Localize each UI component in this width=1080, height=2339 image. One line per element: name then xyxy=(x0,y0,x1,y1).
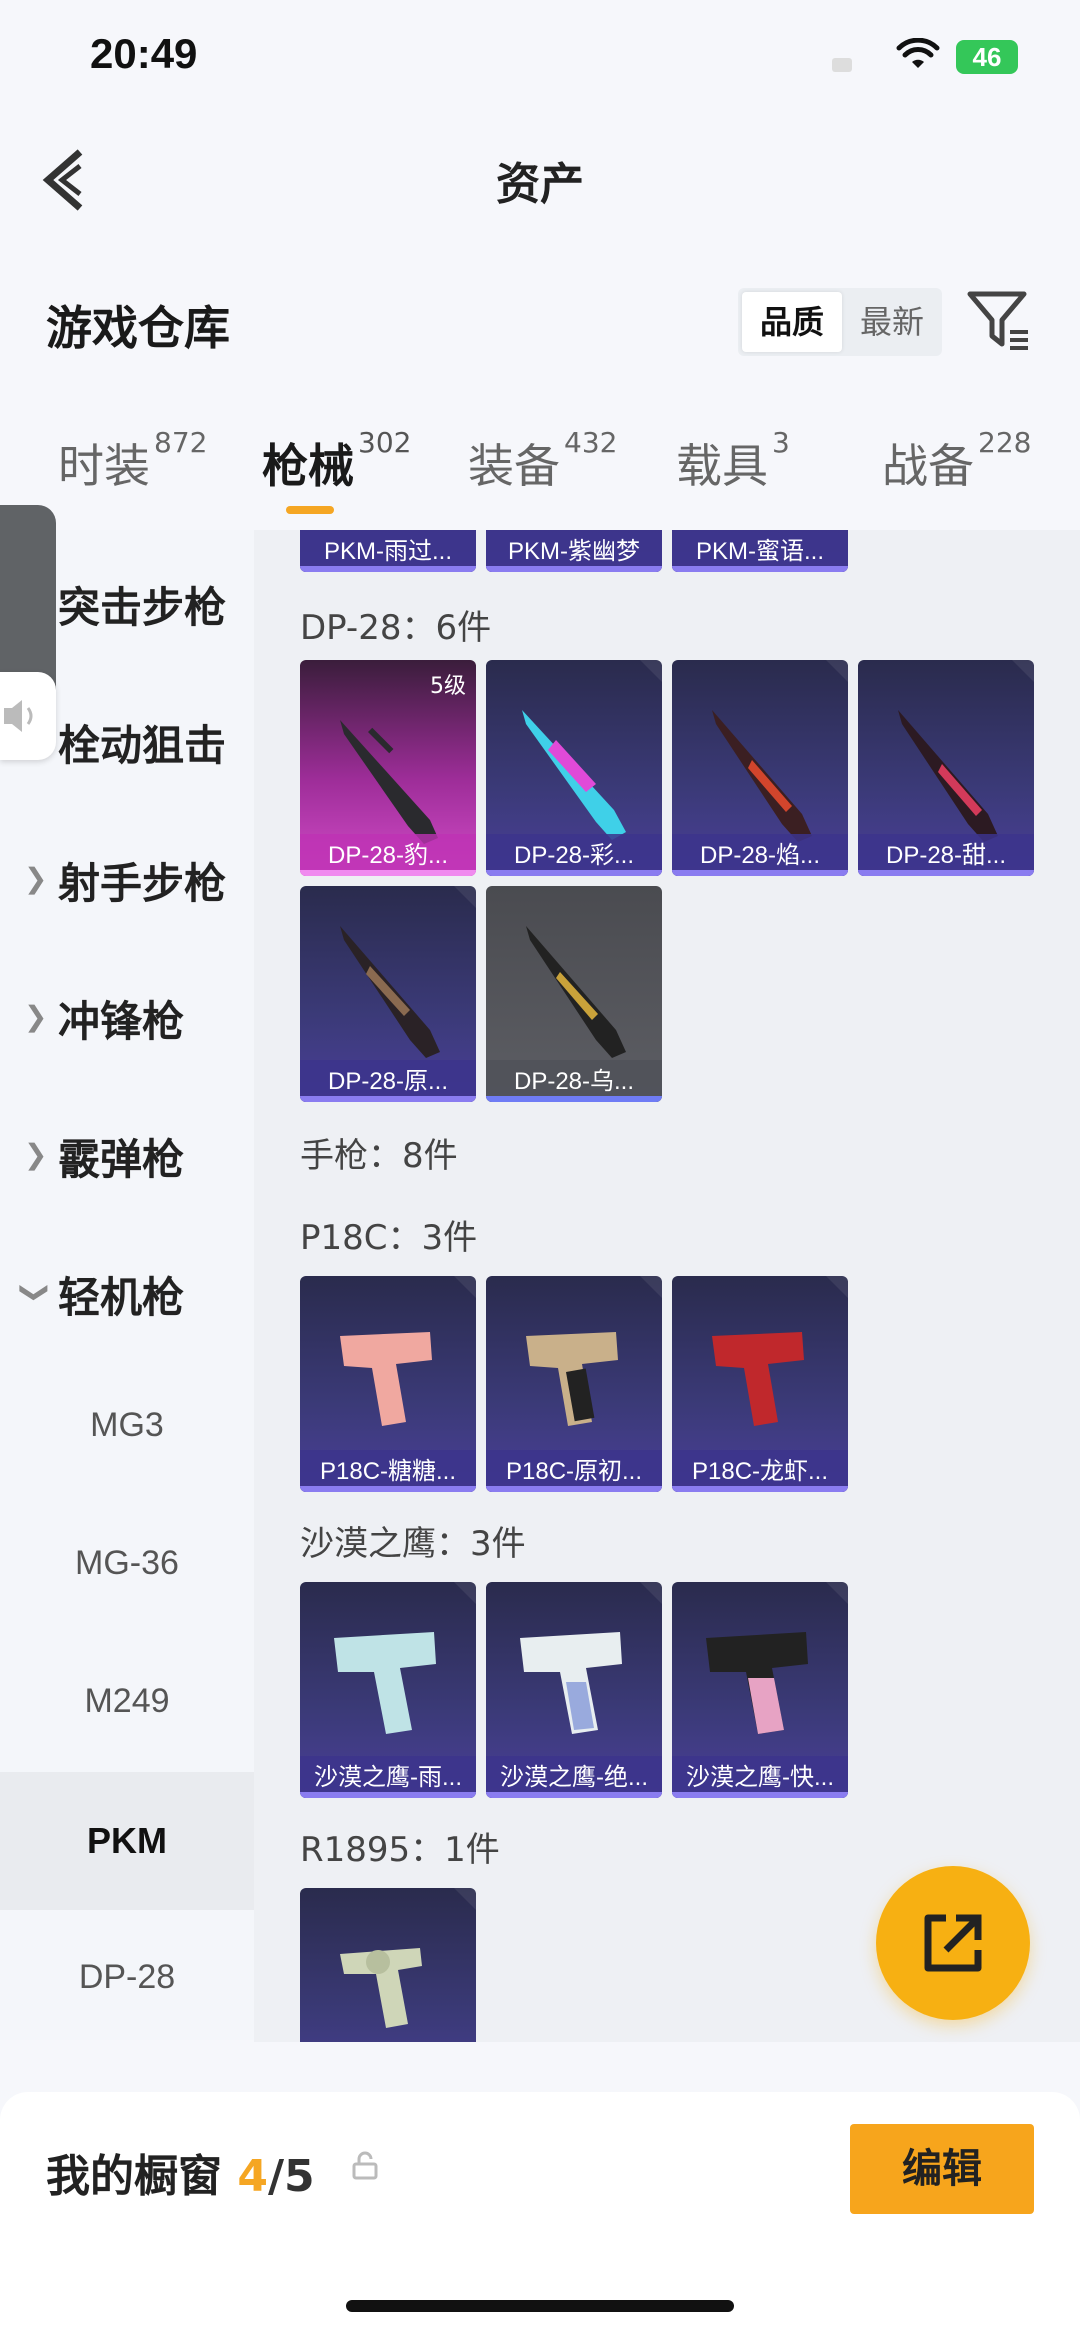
category-tabs: 时装 872 枪械 302 装备 432 载具 3 战备 228 xyxy=(0,426,1080,530)
showcase-count: 4 xyxy=(237,2151,268,2202)
filter-icon[interactable] xyxy=(966,288,1032,354)
active-tab-indicator xyxy=(286,506,334,514)
wifi-icon xyxy=(896,38,940,68)
weapon-card[interactable]: P18C-原初... xyxy=(486,1276,662,1492)
tab-firearms[interactable]: 枪械 302 xyxy=(262,426,411,496)
sidebar-subitem-pkm[interactable]: PKM xyxy=(0,1772,254,1910)
sort-newest-button[interactable]: 最新 xyxy=(842,288,942,356)
share-button[interactable] xyxy=(876,1866,1030,2020)
tab-vehicles[interactable]: 载具 3 xyxy=(676,426,790,496)
showcase-total: /5 xyxy=(267,2151,315,2202)
weapon-card[interactable]: PKM-蜜语... xyxy=(672,530,848,572)
chevron-right-icon: ❯ xyxy=(24,1138,48,1171)
showcase-title: 我的橱窗 4/5 xyxy=(46,2151,315,2202)
weapon-card[interactable]: 沙漠之鹰-绝... xyxy=(486,1582,662,1798)
sidebar-subitem-m249[interactable]: M249 xyxy=(0,1634,254,1772)
chevron-down-icon: ❯ xyxy=(19,1280,53,1305)
section-header-r1895: R1895：1件 xyxy=(300,1830,500,1870)
weapon-card[interactable]: DP-28-焰... xyxy=(672,660,848,876)
edit-button[interactable]: 编辑 xyxy=(850,2124,1034,2214)
sidebar-item-smg[interactable]: ❯ 冲锋枪 xyxy=(0,944,254,1082)
weapon-card[interactable]: DP-28-原... xyxy=(300,886,476,1102)
sidebar-item-marksman-rifle[interactable]: ❯ 射手步枪 xyxy=(0,806,254,944)
sidebar-subitem-mg36[interactable]: MG-36 xyxy=(0,1496,254,1634)
tab-equipment[interactable]: 装备 432 xyxy=(468,426,617,496)
weapon-grid: PKM-雨过... PKM-紫幽梦 PKM-蜜语... DP-28：6件 5级 … xyxy=(254,530,1080,2042)
weapon-card[interactable]: 5级 DP-28-豹... xyxy=(300,660,476,876)
tab-fashion[interactable]: 时装 872 xyxy=(58,426,207,496)
status-indicator xyxy=(832,58,852,72)
sidebar-item-shotgun[interactable]: ❯ 霰弹枪 xyxy=(0,1082,254,1220)
section-header-desert-eagle: 沙漠之鹰：3件 xyxy=(300,1524,526,1564)
revolver-icon xyxy=(340,1948,422,2028)
sidebar-subitem-dp28[interactable]: DP-28 xyxy=(0,1910,254,2048)
external-link-icon xyxy=(924,1914,982,1972)
tab-supplies[interactable]: 战备 228 xyxy=(882,426,1031,496)
chevron-right-icon: ❯ xyxy=(24,1000,48,1033)
section-header-p18c: P18C：3件 xyxy=(300,1218,478,1258)
home-indicator[interactable] xyxy=(346,2300,734,2312)
weapon-card[interactable]: P18C-糖糖... xyxy=(300,1276,476,1492)
speaker-icon[interactable] xyxy=(0,672,56,760)
lock-icon xyxy=(352,2151,378,2180)
weapon-card[interactable]: DP-28-甜... xyxy=(858,660,1034,876)
weapon-card[interactable]: 沙漠之鹰-雨... xyxy=(300,1582,476,1798)
status-time: 20:49 xyxy=(90,30,198,77)
sort-toggle: 品质 最新 xyxy=(738,288,942,356)
section-header-pistols: 手枪：8件 xyxy=(300,1136,458,1176)
weapon-card[interactable]: DP-28-彩... xyxy=(486,660,662,876)
chevron-right-icon: ❯ xyxy=(24,862,48,895)
weapon-card[interactable]: PKM-雨过... xyxy=(300,530,476,572)
weapon-card[interactable]: P18C-龙虾... xyxy=(672,1276,848,1492)
sidebar-subitem-mg3[interactable]: MG3 xyxy=(0,1358,254,1496)
sort-quality-button[interactable]: 品质 xyxy=(742,292,842,352)
sidebar-item-lmg[interactable]: ❯ 轻机枪 xyxy=(0,1220,254,1358)
weapon-card[interactable]: PKM-紫幽梦 xyxy=(486,530,662,572)
warehouse-title: 游戏仓库 xyxy=(46,301,230,355)
section-header-dp28: DP-28：6件 xyxy=(300,608,492,648)
weapon-card[interactable]: DP-28-乌... xyxy=(486,886,662,1102)
weapon-card[interactable]: 沙漠之鹰-快... xyxy=(672,1582,848,1798)
weapon-card[interactable] xyxy=(300,1888,476,2042)
page-title: 资产 xyxy=(496,159,584,210)
battery-indicator: 46 xyxy=(956,40,1018,74)
